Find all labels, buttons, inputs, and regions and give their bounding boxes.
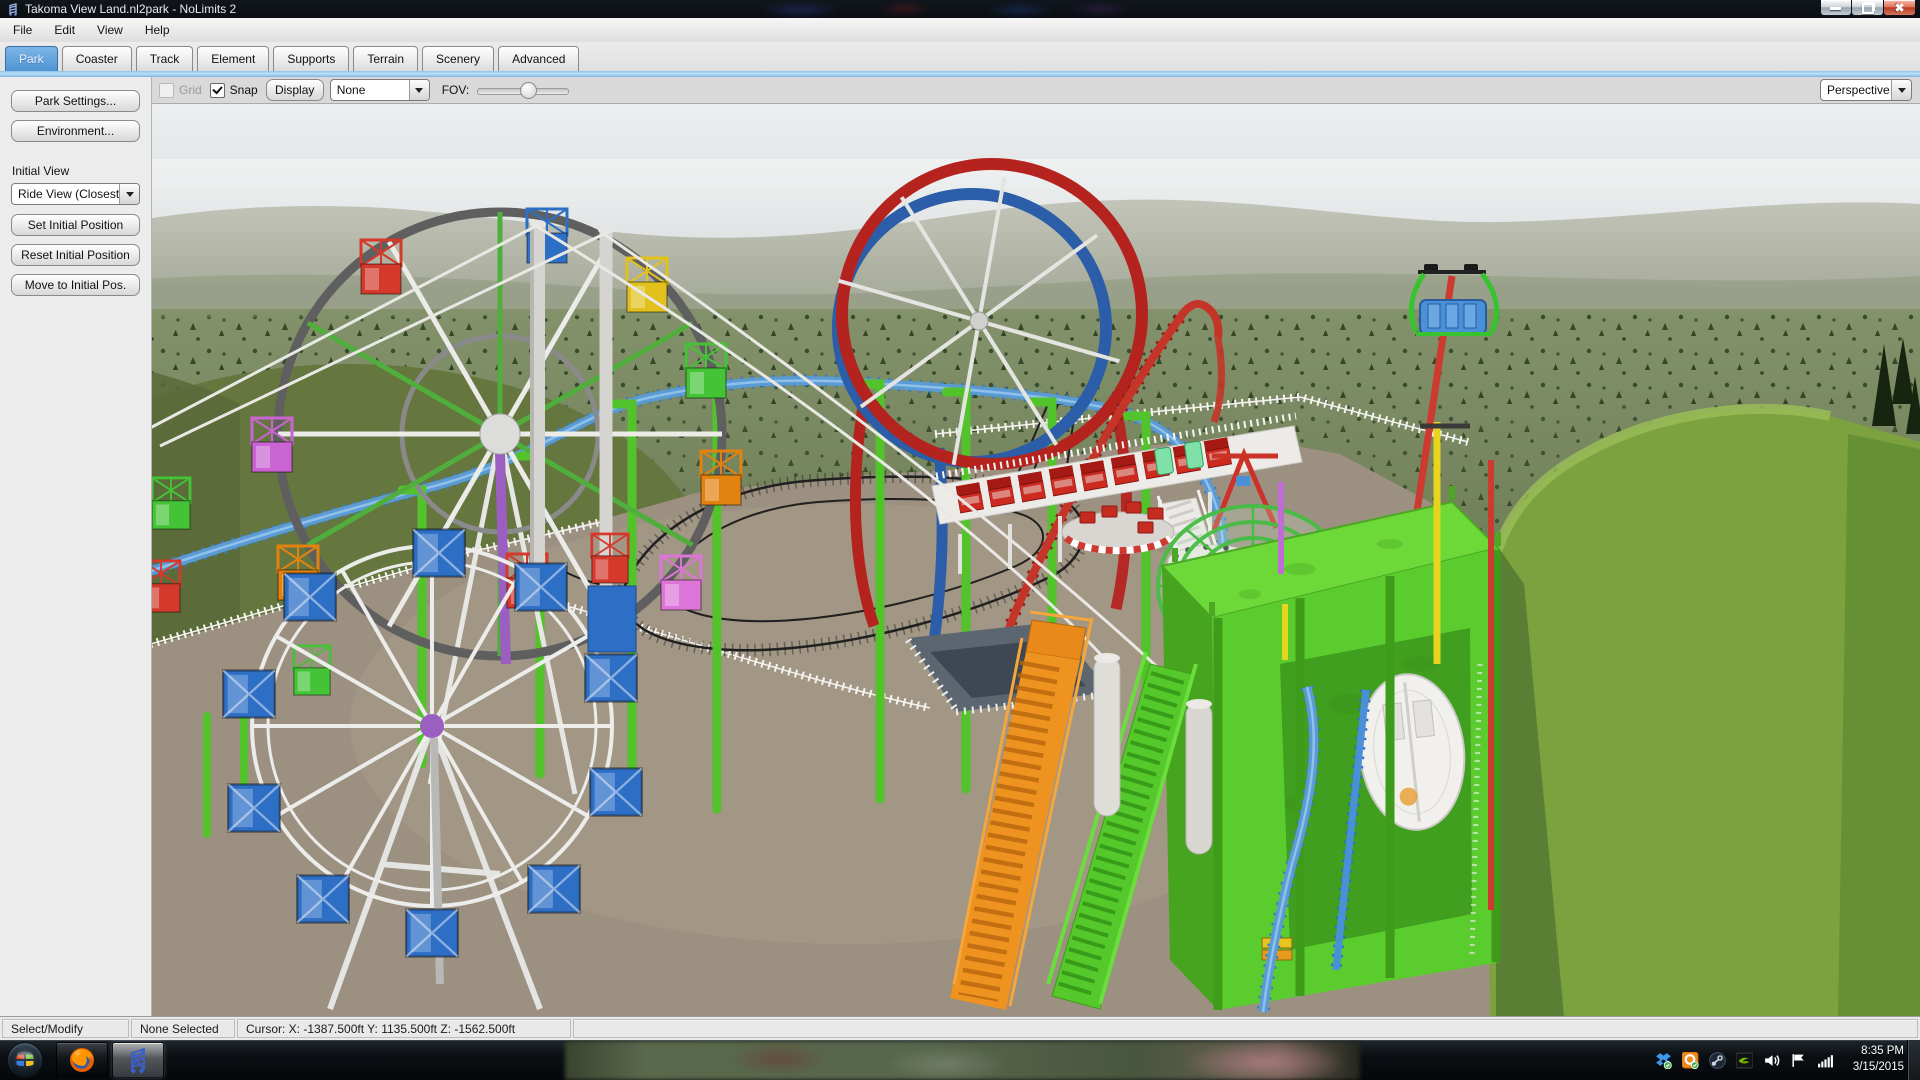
- tab-advanced[interactable]: Advanced: [498, 46, 579, 71]
- initial-view-value: Ride View (Closest: [12, 187, 119, 201]
- status-empty: [573, 1019, 1918, 1038]
- environment-button[interactable]: Environment...: [11, 120, 140, 142]
- windows-start-orb[interactable]: [7, 1042, 43, 1078]
- grid-label: Grid: [179, 83, 202, 97]
- show-desktop-button[interactable]: [1907, 1040, 1920, 1080]
- window-title: Takoma View Land.nl2park - NoLimits 2: [25, 0, 236, 18]
- status-mode: Select/Modify: [2, 1019, 129, 1038]
- tab-park[interactable]: Park: [5, 46, 58, 71]
- nvidia-icon[interactable]: [1736, 1052, 1753, 1069]
- fov-slider-thumb[interactable]: [520, 82, 537, 99]
- clock-time: 8:35 PM: [1838, 1043, 1904, 1059]
- menu-bar: File Edit View Help: [0, 18, 1920, 42]
- editor-tab-bar: Park Coaster Track Element Supports Terr…: [0, 42, 1920, 71]
- network-signal-icon[interactable]: [1817, 1052, 1834, 1069]
- snap-checkbox[interactable]: [210, 83, 225, 98]
- tab-coaster[interactable]: Coaster: [62, 46, 132, 71]
- taskbar-clock[interactable]: 8:35 PM 3/15/2015: [1838, 1043, 1904, 1075]
- grid-checkbox[interactable]: [159, 83, 174, 98]
- system-tray: [1655, 1040, 1834, 1080]
- nolimits-taskbar-button[interactable]: [112, 1042, 164, 1078]
- volume-icon[interactable]: [1763, 1052, 1780, 1069]
- chevron-down-icon[interactable]: [119, 184, 139, 204]
- status-selection: None Selected: [131, 1019, 235, 1038]
- close-button[interactable]: [1883, 0, 1916, 16]
- tab-terrain[interactable]: Terrain: [353, 46, 418, 71]
- tab-scenery[interactable]: Scenery: [422, 46, 494, 71]
- firefox-taskbar-button[interactable]: [56, 1042, 108, 1078]
- windows-taskbar: 8:35 PM 3/15/2015: [0, 1040, 1920, 1080]
- nolimits-icon: [124, 1046, 152, 1074]
- initial-view-dropdown[interactable]: Ride View (Closest: [11, 183, 140, 205]
- display-mode-dropdown[interactable]: None: [330, 79, 430, 101]
- park-settings-button[interactable]: Park Settings...: [11, 90, 140, 112]
- display-button[interactable]: Display: [266, 79, 324, 101]
- park-sidebar: Park Settings... Environment... Initial …: [0, 77, 152, 1016]
- menu-edit[interactable]: Edit: [43, 20, 86, 40]
- action-center-flag-icon[interactable]: [1790, 1052, 1807, 1069]
- firefox-icon: [68, 1046, 96, 1074]
- status-cursor-coordinates: Cursor: X: -1387.500ft Y: 1135.500ft Z: …: [237, 1019, 571, 1038]
- chevron-down-icon[interactable]: [409, 80, 429, 100]
- tab-element[interactable]: Element: [197, 46, 269, 71]
- initial-view-label: Initial View: [12, 164, 151, 178]
- 3d-viewport[interactable]: [0, 104, 1920, 1016]
- tab-track[interactable]: Track: [136, 46, 194, 71]
- taskbar-glass-reflection: [565, 1041, 1360, 1080]
- toolbar: Grid Snap Display None FOV: Perspective: [152, 77, 1920, 104]
- fov-slider[interactable]: [477, 80, 569, 100]
- menu-file[interactable]: File: [2, 20, 43, 40]
- set-initial-position-button[interactable]: Set Initial Position: [11, 214, 140, 236]
- screen: Takoma View Land.nl2park - NoLimits 2 Fi…: [0, 0, 1920, 1080]
- reset-initial-position-button[interactable]: Reset Initial Position: [11, 244, 140, 266]
- nolimits-app-icon: [6, 2, 20, 16]
- minimize-button[interactable]: [1820, 0, 1852, 16]
- menu-view[interactable]: View: [86, 20, 134, 40]
- projection-dropdown[interactable]: Perspective: [1820, 79, 1912, 101]
- menu-help[interactable]: Help: [134, 20, 181, 40]
- orange-sync-icon[interactable]: [1682, 1052, 1699, 1069]
- snap-label: Snap: [230, 83, 258, 97]
- display-mode-value: None: [331, 83, 409, 97]
- dropbox-icon[interactable]: [1655, 1052, 1672, 1069]
- clock-date: 3/15/2015: [1838, 1059, 1904, 1075]
- restore-button[interactable]: [1851, 0, 1884, 16]
- steam-icon[interactable]: [1709, 1052, 1726, 1069]
- move-to-initial-button[interactable]: Move to Initial Pos.: [11, 274, 140, 296]
- projection-value: Perspective: [1821, 83, 1891, 97]
- tab-supports[interactable]: Supports: [273, 46, 349, 71]
- title-bar: Takoma View Land.nl2park - NoLimits 2: [0, 0, 1920, 18]
- chevron-down-icon[interactable]: [1891, 80, 1911, 100]
- status-bar: Select/Modify None Selected Cursor: X: -…: [0, 1016, 1920, 1040]
- fov-label: FOV:: [442, 83, 470, 97]
